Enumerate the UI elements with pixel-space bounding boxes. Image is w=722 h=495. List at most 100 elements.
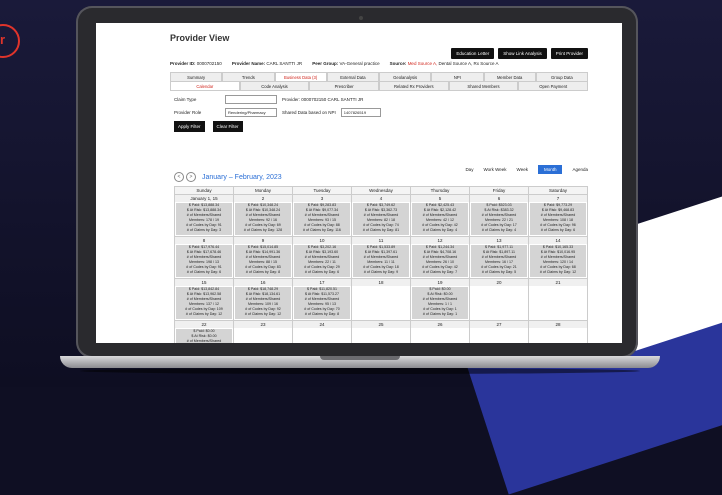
calendar-day-cell[interactable]: 9 $ Paid: $15,014.85 $ At Risk: $14,991.36…	[233, 236, 293, 279]
month-label[interactable]: January – February, 2023	[202, 174, 282, 181]
event-line: # of Claims by Day: 128	[243, 228, 283, 232]
calendar-day-cell[interactable]: 16 $ Paid: $18,748.29 $ At Risk: $18,134.6…	[233, 278, 293, 321]
provider-role-label: Provider Role	[174, 110, 202, 115]
calendar-day-cell[interactable]: 4 $ Paid: $3,749.62 $ At Risk: $3,362.73 # …	[351, 194, 411, 237]
prev-month-icon[interactable]: <	[174, 172, 184, 182]
tab-code-analysis[interactable]: Code Analysis	[239, 81, 310, 91]
calendar-day-cell[interactable]: 5 $ Paid: $2,425.43 $ At Risk: $2,128.42 # …	[410, 194, 470, 237]
calendar-day-cell[interactable]: 2 $ Paid: $10,348.24 $ At Risk: $10,348.24…	[233, 194, 293, 237]
calendar-event[interactable]: $ Paid: $13,888.34 $ At Risk: $13,888.34 #…	[176, 203, 232, 235]
calendar-day-cell[interactable]: 24	[292, 320, 352, 343]
next-month-icon[interactable]: >	[186, 172, 196, 182]
day-number: 9	[234, 237, 292, 244]
calendar-day-cell[interactable]: 11 $ Paid: $1,533.89 $ At Risk: $1,397.61 #…	[351, 236, 411, 279]
event-line: # of Claims by Day: 6	[186, 270, 222, 274]
provider-name: CARL SANTTI JR	[266, 61, 303, 66]
provider-name-label: Provider Name:	[231, 61, 266, 66]
view-week[interactable]: Week	[517, 167, 528, 172]
day-number: 22	[175, 321, 233, 328]
day-number: 28	[529, 321, 587, 328]
event-line: # of Claims by Day: 116	[303, 228, 341, 232]
day-number: 5	[411, 195, 469, 202]
calendar-day-cell[interactable]: 28	[528, 320, 588, 343]
calendar-day-cell[interactable]: 17 $ Paid: $11,820.51 $ At Risk: $11,573.2…	[292, 278, 352, 321]
calendar-day-cell[interactable]: 18	[351, 278, 411, 321]
tab-prescriber[interactable]: Prescriber	[309, 81, 379, 91]
calendar-event[interactable]: $ Paid: $11,820.51 $ At Risk: $11,573.27 #…	[294, 287, 350, 319]
view-work-week[interactable]: Work Week	[483, 167, 506, 172]
calendar-event[interactable]: $ Paid: $18,748.29 $ At Risk: $18,134.61 #…	[235, 287, 291, 319]
calendar-event[interactable]: $ Paid: $1,244.34 $ At Risk: $4,708.16 # o…	[412, 245, 468, 277]
empty-day	[470, 328, 528, 343]
event-line: # of Claims by Day: 5	[481, 270, 517, 274]
calendar-event[interactable]: $ Paid: $0.00 $ At Risk: $0.00 # of Member…	[176, 329, 232, 343]
day-number: 19	[411, 279, 469, 286]
empty-day	[529, 286, 587, 319]
calendar-event[interactable]: $ Paid: $3,749.62 $ At Risk: $3,362.73 # o…	[353, 203, 409, 235]
empty-day	[411, 328, 469, 343]
calendar-event[interactable]: $ Paid: $9,283.83 $ At Risk: $9,077.34 # o…	[294, 203, 350, 235]
source-label: Source:	[389, 61, 407, 66]
calendar-event[interactable]: $ Paid: $17,976.44 $ At Risk: $17,678.46 #…	[176, 245, 232, 277]
day-number: 8	[175, 237, 233, 244]
calendar-event[interactable]: $ Paid: $9,773.29 $ At Risk: $9,468.83 # o…	[530, 203, 586, 235]
provider-role-select[interactable]: Rendering/Pharmacy	[225, 108, 277, 117]
calendar-event[interactable]: $ Paid: $10,348.24 $ At Risk: $10,348.24 #…	[235, 203, 291, 235]
education-letter-button[interactable]: Education Letter	[451, 48, 495, 59]
calendar-day-cell[interactable]: 21	[528, 278, 588, 321]
tab-shared-members[interactable]: Shared Members	[448, 81, 519, 91]
calendar-day-cell[interactable]: 20	[469, 278, 529, 321]
apply-filter-button[interactable]: Apply Filter	[174, 121, 205, 132]
event-line: # of Claims by Day: 81	[362, 228, 400, 232]
view-month[interactable]: Month	[537, 165, 563, 174]
tab-open-payment[interactable]: Open Payment	[518, 81, 588, 91]
calendar-day-cell[interactable]: 26	[410, 320, 470, 343]
calendar-day-cell[interactable]: 12 $ Paid: $1,244.34 $ At Risk: $4,708.16 #…	[410, 236, 470, 279]
view-day[interactable]: Day	[465, 167, 473, 172]
calendar-day-cell[interactable]: 10 $ Paid: $3,202.16 $ At Risk: $3,193.60 #…	[292, 236, 352, 279]
calendar-day-cell[interactable]: 8 $ Paid: $17,976.44 $ At Risk: $17,678.46…	[174, 236, 234, 279]
clear-filter-button[interactable]: Clear Filter	[212, 121, 243, 132]
calendar-day-cell[interactable]: 6 $ Paid: $523.03 $ At Risk: $383.32 # of M…	[469, 194, 529, 237]
calendar-day-cell[interactable]: 14 $ Paid: $10,165.33 $ At Risk: $10,016.9…	[528, 236, 588, 279]
calendar-day-cell[interactable]: 23	[233, 320, 293, 343]
npi-select[interactable]: 1407826519	[340, 108, 381, 117]
source-med[interactable]: Med Source A,	[408, 61, 438, 66]
calendar-day-cell[interactable]: 15 $ Paid: $13,842.84 $ At Risk: $13,962.5…	[174, 278, 234, 321]
calendar-day-cell[interactable]: 19 $ Paid: $0.00 $ At Risk: $0.00 # of Memb…	[410, 278, 470, 321]
calendar-event[interactable]: $ Paid: $0.00 $ At Risk: $0.00 # of Member…	[412, 287, 468, 319]
calendar-event[interactable]: $ Paid: $15,014.85 $ At Risk: $14,991.36 #…	[235, 245, 291, 277]
filter-form: Claim Type Provider: 0000702150 CARL SAN…	[174, 95, 381, 136]
day-number: 16	[234, 279, 292, 286]
claim-type-select[interactable]	[225, 95, 277, 104]
calendar-day-cell[interactable]: 22 $ Paid: $0.00 $ At Risk: $0.00 # of Memb…	[174, 320, 234, 343]
tab-related-rx-providers[interactable]: Related Rx Providers	[378, 81, 449, 91]
calendar-day-cell[interactable]: 3 $ Paid: $9,283.83 $ At Risk: $9,077.34 # …	[292, 194, 352, 237]
calendar-event[interactable]: $ Paid: $523.03 $ At Risk: $383.32 # of Me…	[471, 203, 527, 235]
calendar-event[interactable]: $ Paid: $2,425.43 $ At Risk: $2,128.42 # o…	[412, 203, 468, 235]
day-number: 24	[293, 321, 351, 328]
calendar-event[interactable]: $ Paid: $3,202.16 $ At Risk: $3,193.60 # o…	[294, 245, 350, 277]
calendar-week-row: 22 $ Paid: $0.00 $ At Risk: $0.00 # of Memb…	[174, 320, 588, 343]
print-provider-button[interactable]: Print Provider	[550, 48, 588, 59]
view-agenda[interactable]: Agenda	[572, 167, 588, 172]
calendar-day-cell[interactable]: 7 $ Paid: $9,773.29 $ At Risk: $9,468.83 # …	[528, 194, 588, 237]
calendar-day-cell[interactable]: 13 $ Paid: $1,977.11 $ At Risk: $1,897.11 #…	[469, 236, 529, 279]
empty-day	[352, 328, 410, 343]
calendar-event[interactable]: $ Paid: $1,977.11 $ At Risk: $1,897.11 # o…	[471, 245, 527, 277]
calendar-day-cell[interactable]: 27	[469, 320, 529, 343]
calendar-header: < > January – February, 2023 Day Work Wee…	[174, 165, 588, 183]
show-link-analysis-button[interactable]: Show Link Analysis	[498, 48, 547, 59]
calendar-day-cell[interactable]: January 1, 15 $ Paid: $13,888.34 $ At Risk…	[174, 194, 234, 237]
calendar-event[interactable]: $ Paid: $10,165.33 $ At Risk: $10,016.95 #…	[530, 245, 586, 277]
day-number: 23	[234, 321, 292, 328]
day-number: 17	[293, 279, 351, 286]
day-number: 13	[470, 237, 528, 244]
day-number: 4	[352, 195, 410, 202]
calendar-event[interactable]: $ Paid: $13,842.84 $ At Risk: $13,962.58 #…	[176, 287, 232, 319]
calendar-day-cell[interactable]: 25	[351, 320, 411, 343]
tab-calendar[interactable]: Calendar	[170, 81, 240, 91]
day-number: January 1, 15	[175, 195, 233, 202]
calendar-week-row: 8 $ Paid: $17,976.44 $ At Risk: $17,678.46…	[174, 236, 588, 279]
calendar-event[interactable]: $ Paid: $1,533.89 $ At Risk: $1,397.61 # o…	[353, 245, 409, 277]
